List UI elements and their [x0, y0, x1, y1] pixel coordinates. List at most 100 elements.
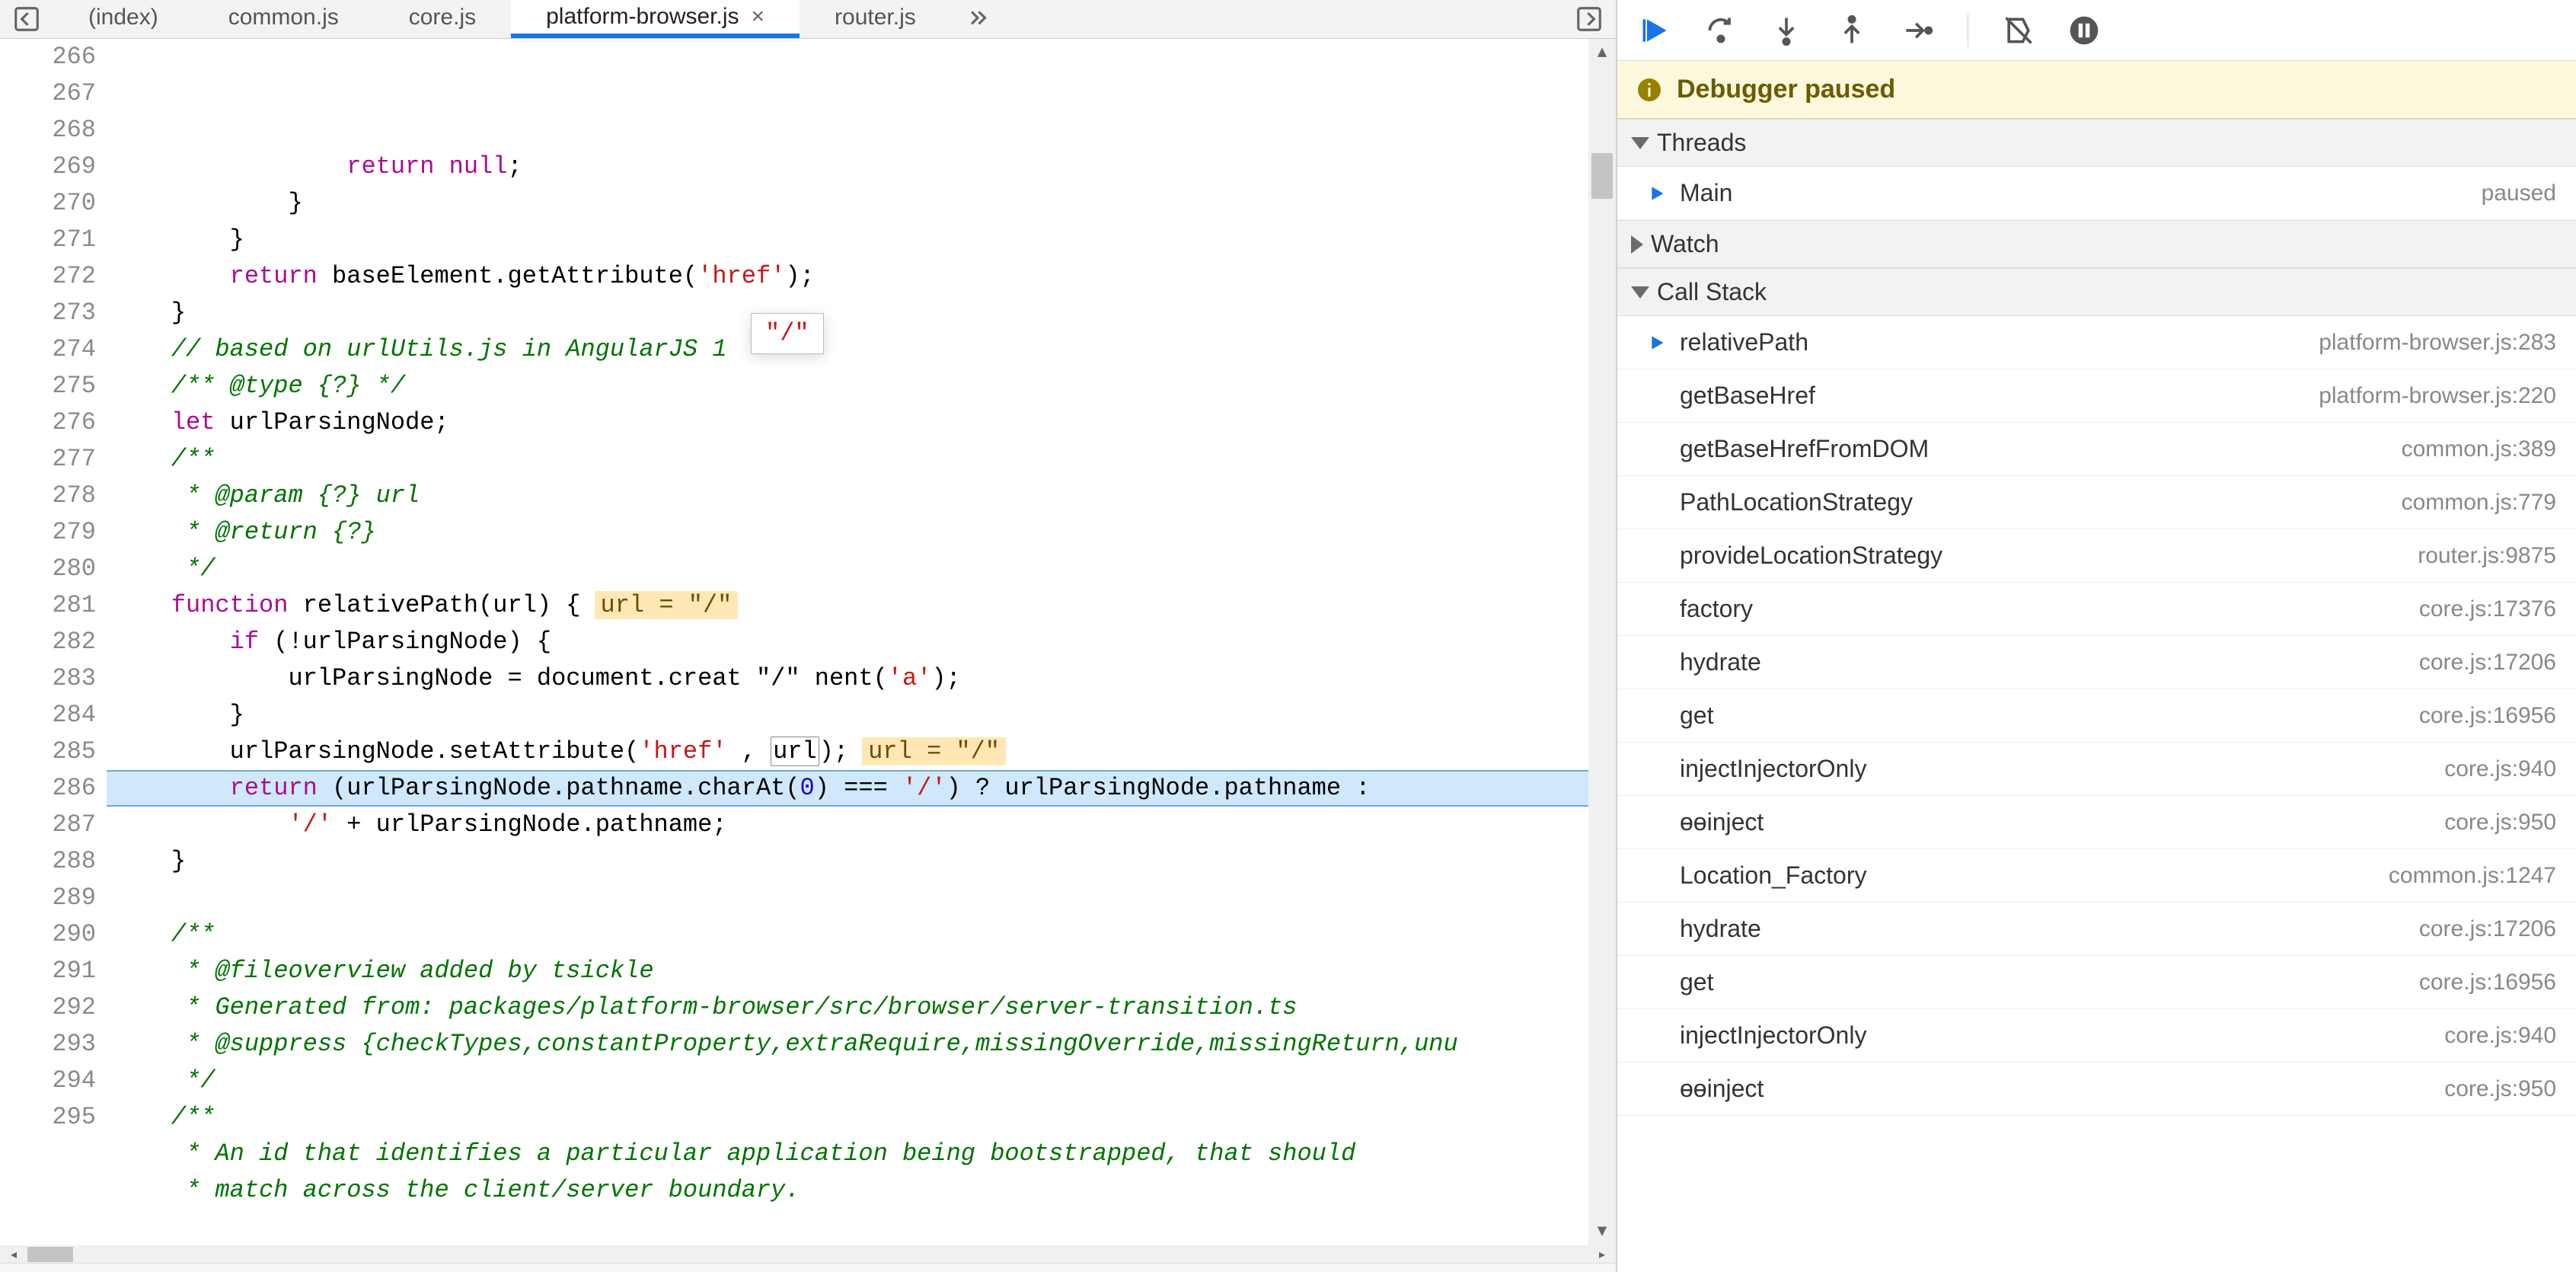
line-number[interactable]: 268	[0, 112, 96, 149]
tab-common[interactable]: common.js	[193, 0, 374, 38]
code-line[interactable]: }	[107, 295, 1588, 331]
line-number[interactable]: 272	[0, 258, 96, 295]
callstack-frame[interactable]: injectInjectorOnlycore.js:940	[1617, 1009, 2576, 1063]
line-number[interactable]: 285	[0, 733, 96, 770]
code-line[interactable]: * match across the client/server boundar…	[107, 1172, 1588, 1209]
code-line[interactable]: urlParsingNode.setAttribute('href' , url…	[107, 733, 1588, 770]
watch-header[interactable]: Watch	[1617, 220, 2576, 268]
step-button[interactable]	[1898, 11, 1937, 50]
step-into-button[interactable]	[1767, 11, 1806, 50]
code-line[interactable]	[107, 1209, 1588, 1245]
line-number[interactable]: 274	[0, 331, 96, 368]
code-line[interactable]: return null;	[107, 149, 1588, 185]
code-line[interactable]: '/' + urlParsingNode.pathname;	[107, 807, 1588, 843]
code-editor[interactable]: 2662672682692702712722732742752762772782…	[0, 39, 1616, 1245]
line-number[interactable]: 286	[0, 770, 96, 807]
line-number[interactable]: 283	[0, 660, 96, 697]
callstack-frame[interactable]: getBaseHrefFromDOMcommon.js:389	[1617, 423, 2576, 476]
code-line[interactable]: urlParsingNode = document.creat "/" nent…	[107, 660, 1588, 697]
line-number[interactable]: 290	[0, 916, 96, 953]
code-line[interactable]: }	[107, 185, 1588, 222]
callstack-frame[interactable]: provideLocationStrategyrouter.js:9875	[1617, 529, 2576, 583]
scroll-left-icon[interactable]: ◂	[0, 1247, 27, 1262]
line-number[interactable]: 278	[0, 478, 96, 514]
code-line[interactable]: // based on urlUtils.js in AngularJS 1	[107, 331, 1588, 368]
thread-row[interactable]: Main paused	[1617, 167, 2576, 220]
line-number[interactable]: 293	[0, 1026, 96, 1063]
code-line[interactable]: }	[107, 697, 1588, 733]
line-number[interactable]: 282	[0, 624, 96, 660]
code-content[interactable]: return null; } } return baseElement.getA…	[107, 39, 1588, 1245]
callstack-frame[interactable]: hydratecore.js:17206	[1617, 636, 2576, 689]
callstack-frame[interactable]: hydratecore.js:17206	[1617, 903, 2576, 956]
line-number[interactable]: 291	[0, 953, 96, 989]
horizontal-scrollbar[interactable]: ◂ ▸	[0, 1245, 1616, 1263]
vertical-scroll-thumb[interactable]	[1591, 153, 1613, 199]
code-line[interactable]: * @param {?} url	[107, 478, 1588, 514]
line-number[interactable]: 288	[0, 843, 96, 880]
code-line[interactable]: function relativePath(url) {url = "/"	[107, 587, 1588, 624]
step-out-button[interactable]	[1832, 11, 1872, 50]
line-gutter[interactable]: 2662672682692702712722732742752762772782…	[0, 39, 107, 1245]
line-number[interactable]: 280	[0, 551, 96, 587]
code-line[interactable]: /** @type {?} */	[107, 368, 1588, 404]
code-line[interactable]: */	[107, 551, 1588, 587]
line-number[interactable]: 294	[0, 1063, 96, 1099]
line-number[interactable]: 267	[0, 75, 96, 112]
callstack-frame[interactable]: ɵɵinjectcore.js:950	[1617, 1063, 2576, 1116]
panel-right-icon[interactable]	[1563, 0, 1616, 38]
step-over-button[interactable]	[1701, 11, 1741, 50]
callstack-frame[interactable]: getcore.js:16956	[1617, 956, 2576, 1009]
scroll-down-icon[interactable]: ▾	[1588, 1218, 1616, 1245]
code-line[interactable]: }	[107, 843, 1588, 880]
callstack-frame[interactable]: relativePathplatform-browser.js:283	[1617, 316, 2576, 369]
callstack-frame[interactable]: getcore.js:16956	[1617, 689, 2576, 743]
resume-button[interactable]	[1636, 11, 1675, 50]
callstack-frame[interactable]: getBaseHrefplatform-browser.js:220	[1617, 369, 2576, 423]
pause-on-exceptions-button[interactable]	[2064, 11, 2104, 50]
scroll-up-icon[interactable]: ▴	[1588, 39, 1616, 66]
line-number[interactable]: 271	[0, 222, 96, 258]
deactivate-breakpoints-button[interactable]	[1999, 11, 2038, 50]
line-number[interactable]: 269	[0, 149, 96, 185]
code-line[interactable]: /**	[107, 916, 1588, 953]
line-number[interactable]: 284	[0, 697, 96, 733]
line-number[interactable]: 287	[0, 807, 96, 843]
code-line[interactable]: /**	[107, 441, 1588, 478]
vertical-scrollbar[interactable]: ▴ ▾	[1588, 39, 1616, 1245]
callstack-frame[interactable]: Location_Factorycommon.js:1247	[1617, 849, 2576, 903]
callstack-frame[interactable]: factorycore.js:17376	[1617, 583, 2576, 636]
line-number[interactable]: 266	[0, 39, 96, 75]
threads-header[interactable]: Threads	[1617, 119, 2576, 167]
code-line[interactable]: }	[107, 222, 1588, 258]
code-line[interactable]: * @return {?}	[107, 514, 1588, 551]
tab-core[interactable]: core.js	[374, 0, 511, 38]
code-line[interactable]	[107, 880, 1588, 916]
line-number[interactable]: 289	[0, 880, 96, 916]
callstack-header[interactable]: Call Stack	[1617, 268, 2576, 316]
code-line[interactable]: /**	[107, 1099, 1588, 1136]
panel-left-icon[interactable]	[0, 0, 53, 38]
code-line[interactable]: * An id that identifies a particular app…	[107, 1136, 1588, 1172]
chevrons-right-icon[interactable]	[951, 0, 1004, 38]
line-number[interactable]: 275	[0, 368, 96, 404]
horizontal-scroll-thumb[interactable]	[27, 1247, 73, 1262]
tab-router[interactable]: router.js	[800, 0, 951, 38]
code-line[interactable]: * Generated from: packages/platform-brow…	[107, 989, 1588, 1026]
code-line[interactable]: return (urlParsingNode.pathname.charAt(0…	[107, 770, 1588, 807]
line-number[interactable]: 276	[0, 404, 96, 441]
code-line[interactable]: * @fileoverview added by tsickle	[107, 953, 1588, 989]
line-number[interactable]: 281	[0, 587, 96, 624]
line-number[interactable]: 295	[0, 1099, 96, 1136]
line-number[interactable]: 270	[0, 185, 96, 222]
code-line[interactable]: let urlParsingNode;	[107, 404, 1588, 441]
callstack-frame[interactable]: injectInjectorOnlycore.js:940	[1617, 743, 2576, 796]
code-line[interactable]: * @suppress {checkTypes,constantProperty…	[107, 1026, 1588, 1063]
line-number[interactable]: 277	[0, 441, 96, 478]
line-number[interactable]: 279	[0, 514, 96, 551]
code-line[interactable]: */	[107, 1063, 1588, 1099]
tab-platform-browser[interactable]: platform-browser.js ×	[511, 0, 800, 38]
close-icon[interactable]: ×	[752, 4, 765, 30]
code-line[interactable]: return baseElement.getAttribute('href');	[107, 258, 1588, 295]
tab-index[interactable]: (index)	[53, 0, 193, 38]
